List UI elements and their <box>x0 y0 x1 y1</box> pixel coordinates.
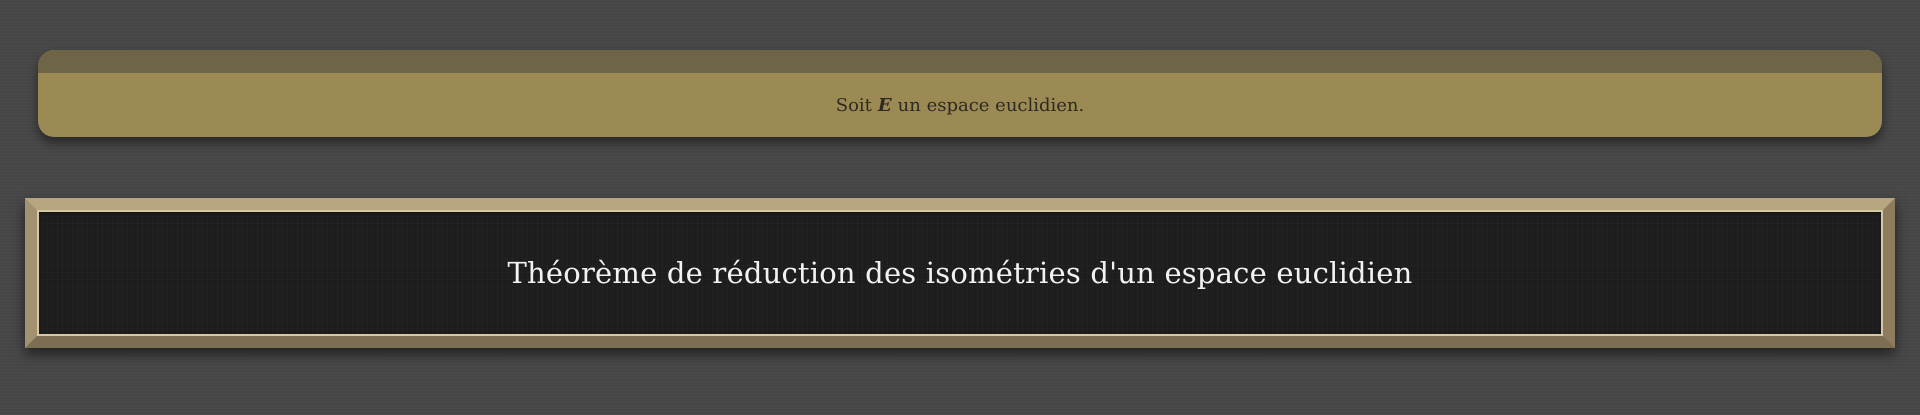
hypothesis-prefix: Soit <box>835 94 872 116</box>
hypothesis-card-header <box>38 50 1882 73</box>
hypothesis-variable: E <box>877 94 892 116</box>
hypothesis-card-body: Soit E un espace euclidien. <box>38 73 1882 137</box>
title-chalkboard: Théorème de réduction des isométries d'u… <box>25 198 1895 348</box>
hypothesis-card: Soit E un espace euclidien. <box>38 50 1882 137</box>
chalkboard-surface: Théorème de réduction des isométries d'u… <box>37 210 1883 336</box>
hypothesis-suffix: un espace euclidien. <box>897 94 1085 116</box>
theorem-title: Théorème de réduction des isométries d'u… <box>507 256 1413 290</box>
